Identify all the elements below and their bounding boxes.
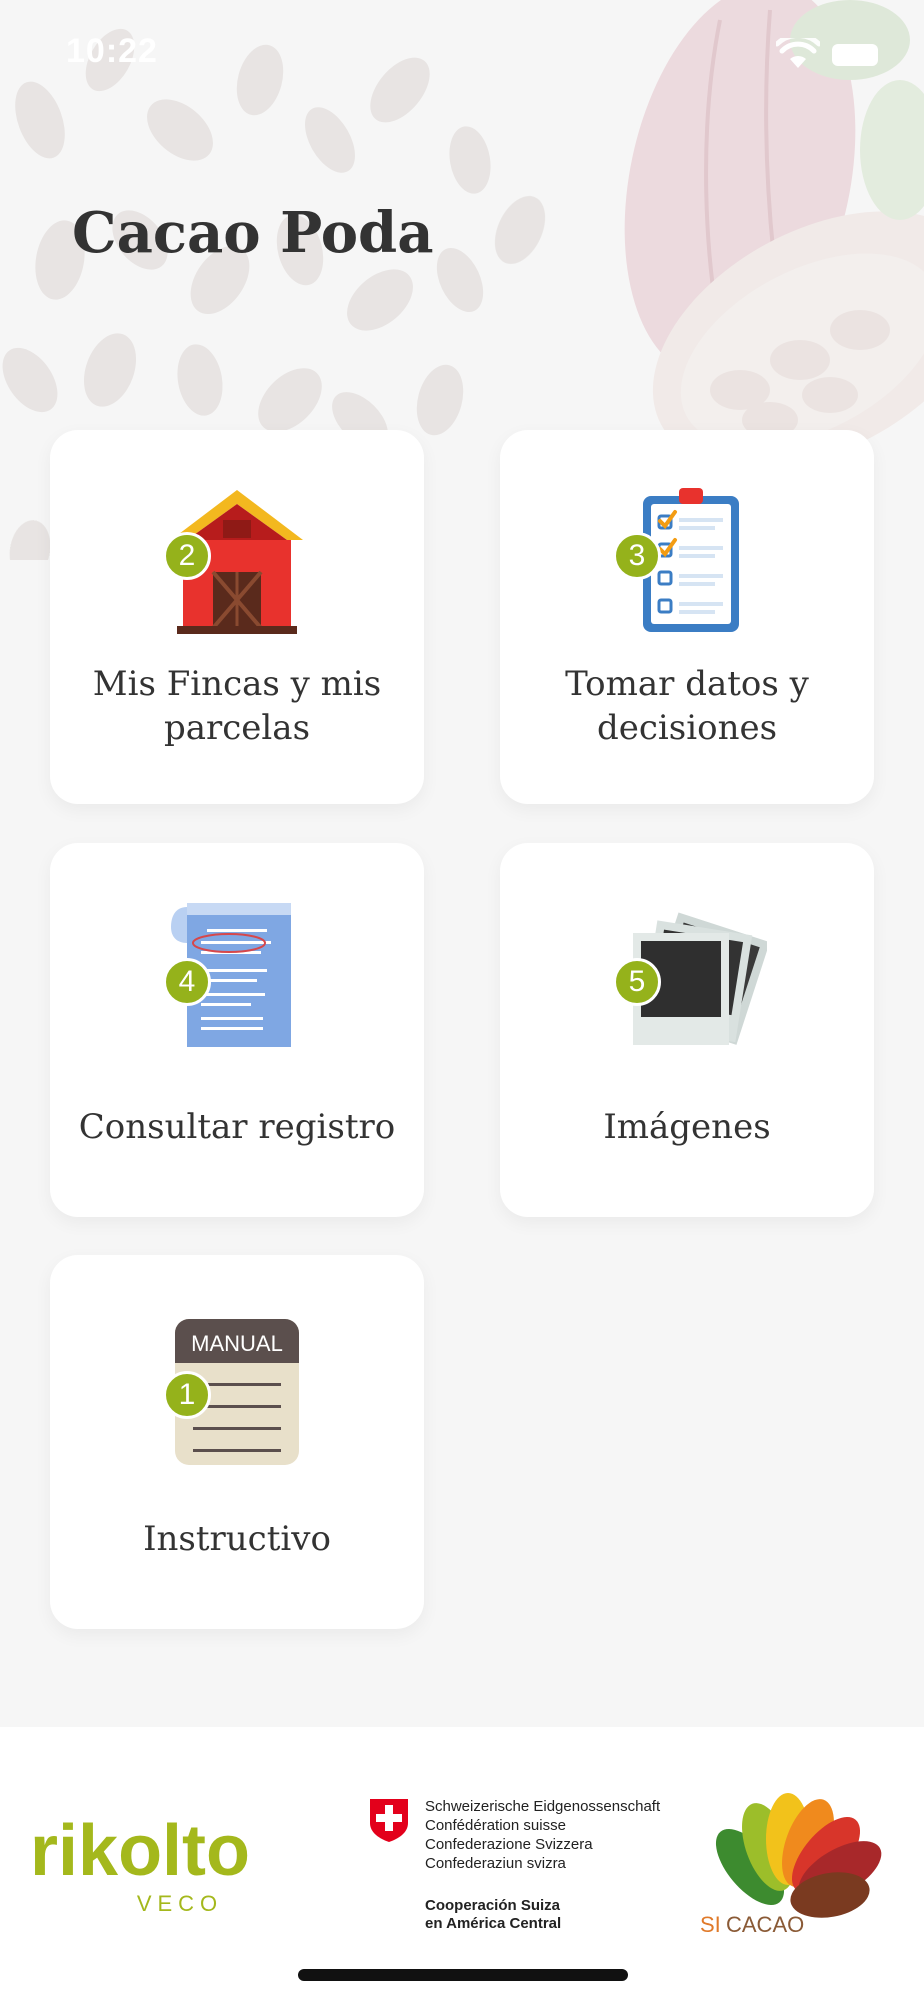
rikolto-logo-text: rikolto [30, 1811, 250, 1891]
sicacao-logo-text-si: SI [700, 1912, 721, 1937]
card-label: Tomar datos y decisiones [565, 664, 809, 748]
step-badge: 2 [163, 532, 211, 580]
home-indicator[interactable] [298, 1969, 628, 1981]
card-label: Instructivo [143, 1519, 331, 1559]
sicacao-logo-text-cacao: CACAO [726, 1912, 804, 1937]
manual-icon-text: MANUAL [191, 1331, 283, 1356]
sicacao-logo: SI CACAO [700, 1793, 882, 1937]
card-label: Consultar registro [78, 1107, 396, 1147]
step-badge: 1 [163, 1371, 211, 1419]
rikolto-logo-subtext: VECO [137, 1891, 223, 1916]
wifi-icon [776, 38, 820, 68]
swiss-line: Schweizerische Eidgenossenschaft [425, 1798, 661, 1815]
step-badge: 4 [163, 958, 211, 1006]
partner-logos-footer: rikolto VECO Schweizerische Eidgenossens… [0, 1727, 924, 2000]
battery-icon [832, 44, 878, 66]
card-label: Mis Fincas y mis parcelas [92, 664, 382, 748]
menu-card-instructivo[interactable]: MANUAL 1 Instructivo [50, 1255, 424, 1629]
swiss-flag-icon [370, 1799, 408, 1842]
menu-card-consultar-registro[interactable]: 4 Consultar registro [50, 843, 424, 1217]
status-time: 10:22 [66, 32, 158, 70]
card-label: Imágenes [603, 1107, 771, 1147]
swiss-cooperation-line: en América Central [425, 1915, 562, 1932]
step-badge: 3 [613, 532, 661, 580]
swiss-line: Confederazione Svizzera [425, 1836, 593, 1853]
status-bar: 10:22 [0, 0, 924, 110]
menu-card-imagenes[interactable]: 5 Imágenes [500, 843, 874, 1217]
rikolto-logo: rikolto VECO [30, 1811, 250, 1916]
swiss-line: Confédération suisse [425, 1817, 566, 1834]
step-badge: 5 [613, 958, 661, 1006]
swiss-cooperation-line: Cooperación Suiza [425, 1897, 561, 1914]
menu-card-tomar-datos[interactable]: 3 Tomar datos y decisiones [500, 430, 874, 804]
swiss-line: Confederaziun svizra [425, 1855, 566, 1872]
page-title: Cacao Poda [72, 200, 434, 266]
menu-card-fincas[interactable]: 2 Mis Fincas y mis parcelas [50, 430, 424, 804]
swiss-cooperation-logo: Schweizerische Eidgenossenschaft Confédé… [368, 1797, 678, 1947]
